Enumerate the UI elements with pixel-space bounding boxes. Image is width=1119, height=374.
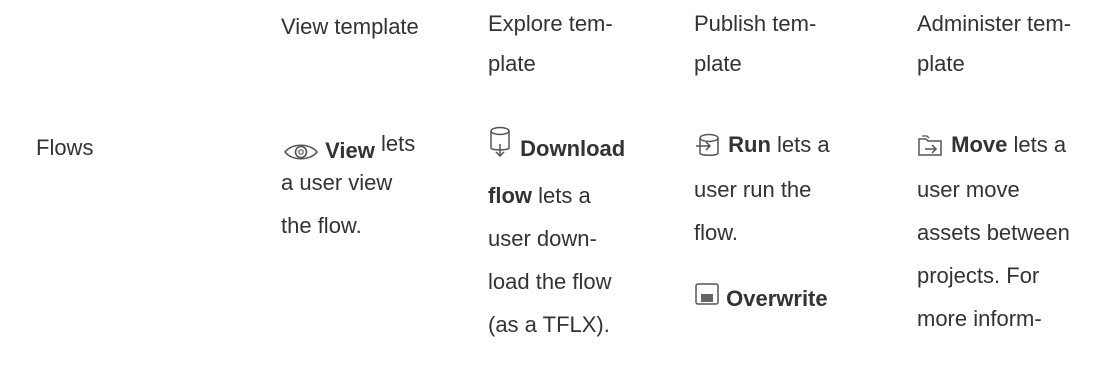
publish-text-line: flow. xyxy=(694,220,739,245)
eye-icon xyxy=(283,141,319,163)
view-lets: lets xyxy=(381,131,416,156)
publish-text-line: user run the xyxy=(694,177,812,202)
explore-text-line: (as a TFLX). xyxy=(488,312,610,337)
explore-text-line: user down- xyxy=(488,226,597,251)
run-flow-icon xyxy=(694,133,722,159)
view-text-line: a user view xyxy=(281,170,393,195)
view-label: View xyxy=(325,138,375,163)
download-label: Download xyxy=(520,136,626,161)
move-icon xyxy=(917,133,945,159)
cell-explore: Download flow lets a user down- load the… xyxy=(488,124,625,346)
overwrite-label: Overwrite xyxy=(726,286,828,311)
cell-administer: Move lets a user move assets between pro… xyxy=(917,122,1070,340)
download-database-icon xyxy=(488,126,514,158)
flow-label: flow xyxy=(488,183,532,208)
header-explore-template: Explore tem- plate xyxy=(488,11,613,76)
save-icon xyxy=(694,282,720,306)
cell-publish: Run lets a user run the flow. Overwrite xyxy=(694,122,830,322)
header-publish-template: Publish tem- plate xyxy=(694,11,817,76)
explore-lets: lets a xyxy=(532,183,591,208)
header-administer-template: Administer tem- plate xyxy=(917,11,1072,76)
header-view-template: View template xyxy=(281,14,419,39)
administer-text-line: more inform- xyxy=(917,306,1042,331)
view-text-line: the flow. xyxy=(281,213,362,238)
cell-view: View lets a user view the flow. xyxy=(281,122,415,247)
run-lets: lets a xyxy=(770,132,830,157)
explore-text-line: load the flow xyxy=(488,269,612,294)
administer-text-line: user move xyxy=(917,177,1020,202)
move-label: Move xyxy=(951,132,1008,157)
row-label-flows: Flows xyxy=(36,135,94,160)
run-label: Run xyxy=(728,132,771,157)
administer-text-line: projects. For xyxy=(917,263,1040,288)
administer-text-line: assets between xyxy=(917,220,1070,245)
move-lets: lets a xyxy=(1007,132,1067,157)
